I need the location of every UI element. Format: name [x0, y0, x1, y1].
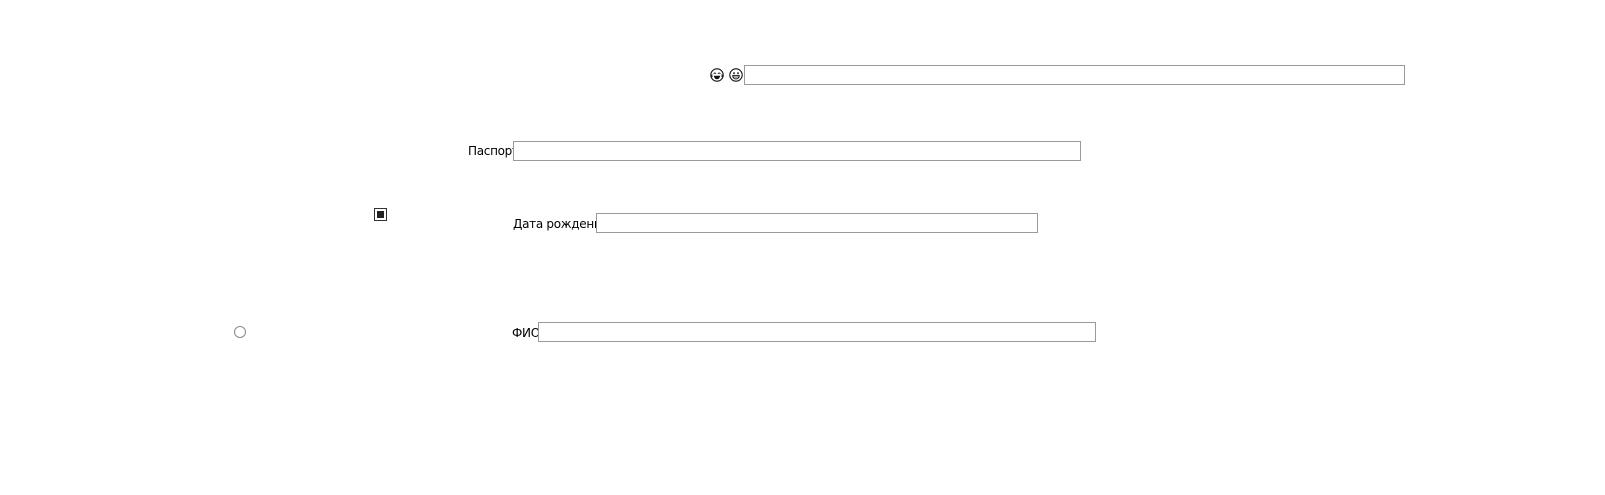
birth-date-label: Дата рождения	[513, 217, 609, 231]
passport-label: Паспорт	[468, 144, 519, 158]
checkbox[interactable]	[374, 208, 387, 221]
full-name-input[interactable]	[538, 322, 1096, 342]
radio-button[interactable]	[234, 326, 246, 338]
checkbox-check-mark	[377, 211, 384, 218]
face-with-tears-of-joy-icon	[710, 68, 724, 82]
full-name-label: ФИО	[512, 326, 540, 340]
grinning-face-icon	[729, 68, 743, 82]
birth-date-input[interactable]	[596, 213, 1038, 233]
passport-input[interactable]	[513, 141, 1081, 161]
top-text-input[interactable]	[744, 65, 1405, 85]
